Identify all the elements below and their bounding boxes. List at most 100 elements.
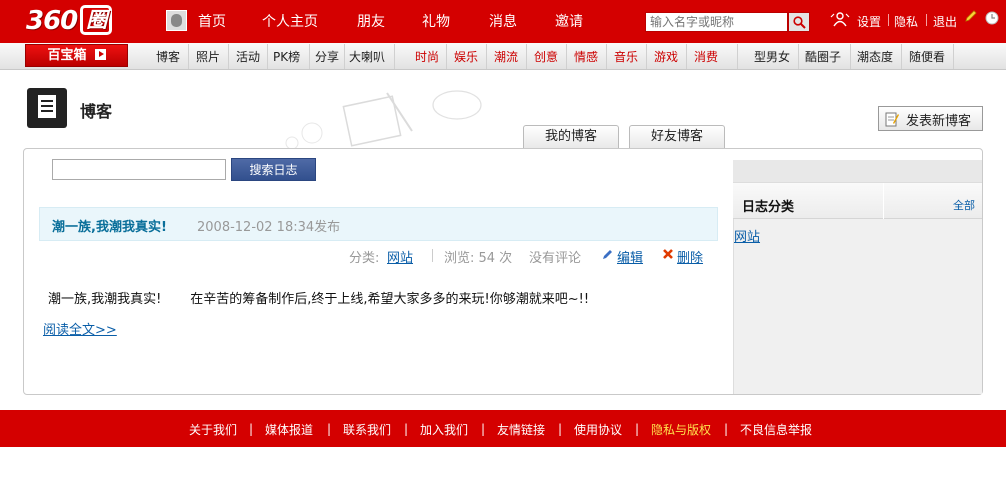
footer-media[interactable]: 媒体报道: [265, 421, 313, 438]
divider: [953, 44, 954, 69]
subnav-speaker[interactable]: 大喇叭: [349, 48, 385, 65]
divider: |: [404, 422, 409, 436]
pencil-icon[interactable]: [964, 9, 978, 23]
subnav-trends[interactable]: 潮流: [494, 48, 518, 65]
divider: [309, 44, 310, 69]
blog-icon: [27, 88, 67, 128]
post-views: 浏览: 54 次: [444, 251, 513, 266]
subnav-photos[interactable]: 照片: [196, 48, 220, 65]
divider: [394, 44, 395, 69]
category-item-website[interactable]: 网站: [734, 226, 760, 245]
post-category-label: 分类:: [349, 251, 380, 266]
post-title[interactable]: 潮一族,我潮我真实!: [52, 216, 167, 235]
treasure-box-button[interactable]: 百宝箱: [25, 44, 128, 67]
footer-join[interactable]: 加入我们: [420, 421, 468, 438]
subnav-games[interactable]: 游戏: [654, 48, 678, 65]
subnav-browse[interactable]: 随便看: [909, 48, 945, 65]
read-more-link[interactable]: 阅读全文>>: [43, 319, 117, 338]
tab-friends-blog[interactable]: 好友博客: [629, 125, 725, 149]
divider: [446, 44, 447, 69]
delete-post-link[interactable]: 删除: [677, 247, 703, 266]
category-title: 日志分类: [742, 200, 795, 215]
divider: [850, 44, 851, 69]
nav-profile[interactable]: 个人主页: [262, 11, 318, 31]
edit-post-link[interactable]: 编辑: [617, 247, 643, 266]
delete-icon: [663, 249, 673, 259]
divider: |: [635, 422, 640, 436]
divider: [686, 44, 687, 69]
divider: [901, 44, 902, 69]
subnav-events[interactable]: 活动: [236, 48, 260, 65]
divider: [606, 44, 607, 69]
divider: [0, 41, 1006, 43]
avatar[interactable]: [166, 10, 187, 31]
subnav-fashion[interactable]: 时尚: [415, 48, 439, 65]
nav-invite[interactable]: 邀请: [555, 11, 583, 31]
divider: |: [481, 422, 486, 436]
page-title: 博客: [80, 102, 113, 121]
diary-search-button[interactable]: 搜索日志: [231, 158, 316, 181]
edit-icon: [603, 250, 612, 259]
divider: |: [724, 422, 729, 436]
subnav-stylish[interactable]: 型男女: [754, 48, 790, 65]
people-icon: [830, 12, 850, 27]
divider: [228, 44, 229, 69]
post-date: 2008-12-02 18:34发布: [197, 220, 341, 235]
category-all-link[interactable]: 全部: [953, 197, 975, 213]
divider: |: [558, 422, 563, 436]
post-category-link[interactable]: 网站: [387, 247, 413, 266]
settings-link[interactable]: 设置: [857, 13, 881, 30]
divider: [486, 44, 487, 69]
friend-search-button[interactable]: [788, 12, 810, 32]
subnav-entertainment[interactable]: 娱乐: [454, 48, 478, 65]
subnav-pk[interactable]: PK榜: [273, 48, 300, 65]
divider: [526, 44, 527, 69]
subnav-emotion[interactable]: 情感: [574, 48, 598, 65]
footer-privacy[interactable]: 隐私与版权: [651, 421, 711, 438]
divider: [566, 44, 567, 69]
clock-icon[interactable]: [985, 11, 999, 25]
divider: [432, 249, 433, 262]
divider: [344, 44, 345, 69]
top-header: 360圈 首页 个人主页 朋友 礼物 消息 邀请 设置 隐私 退出: [0, 0, 1006, 41]
subnav-music[interactable]: 音乐: [614, 48, 638, 65]
divider: [926, 14, 927, 26]
friend-search-input[interactable]: [645, 12, 788, 32]
privacy-link[interactable]: 隐私: [894, 13, 918, 30]
divider: [188, 44, 189, 69]
footer-report[interactable]: 不良信息举报: [740, 421, 812, 438]
site-logo[interactable]: 360 圈: [26, 5, 113, 37]
subnav-shopping[interactable]: 消费: [694, 48, 718, 65]
divider: |: [249, 422, 254, 436]
post-comments: 没有评论: [529, 251, 582, 266]
divider: [798, 44, 799, 69]
search-icon: [793, 16, 806, 29]
nav-gifts[interactable]: 礼物: [422, 11, 450, 31]
nav-messages[interactable]: 消息: [489, 11, 517, 31]
tab-my-blog[interactable]: 我的博客: [523, 125, 619, 149]
divider: [267, 44, 268, 69]
post-excerpt: 潮一族,我潮我真实! 在辛苦的筹备制作后,终于上线,希望大家多多的来玩!你够潮就…: [48, 292, 590, 307]
divider: [888, 14, 889, 26]
divider: [646, 44, 647, 69]
subnav-creative[interactable]: 创意: [534, 48, 558, 65]
subnav-blog[interactable]: 博客: [156, 48, 180, 65]
logout-link[interactable]: 退出: [933, 13, 957, 30]
divider: [737, 44, 738, 69]
subnav-circles[interactable]: 酷圈子: [805, 48, 841, 65]
subnav-share[interactable]: 分享: [315, 48, 339, 65]
footer-links[interactable]: 友情链接: [497, 421, 545, 438]
nav-friends[interactable]: 朋友: [357, 11, 385, 31]
footer-about[interactable]: 关于我们: [189, 421, 237, 438]
subnav-attitude[interactable]: 潮态度: [857, 48, 893, 65]
new-post-icon: [885, 112, 899, 127]
sidebar-header-strip: [733, 160, 982, 182]
footer-terms[interactable]: 使用协议: [574, 421, 622, 438]
nav-home[interactable]: 首页: [198, 11, 226, 31]
play-arrow-icon: [94, 49, 106, 60]
divider: |: [327, 422, 332, 436]
footer-contact[interactable]: 联系我们: [343, 421, 391, 438]
publish-blog-button[interactable]: 发表新博客: [878, 106, 983, 131]
notebook-illustration: [285, 90, 482, 150]
diary-search-input[interactable]: [52, 159, 226, 180]
